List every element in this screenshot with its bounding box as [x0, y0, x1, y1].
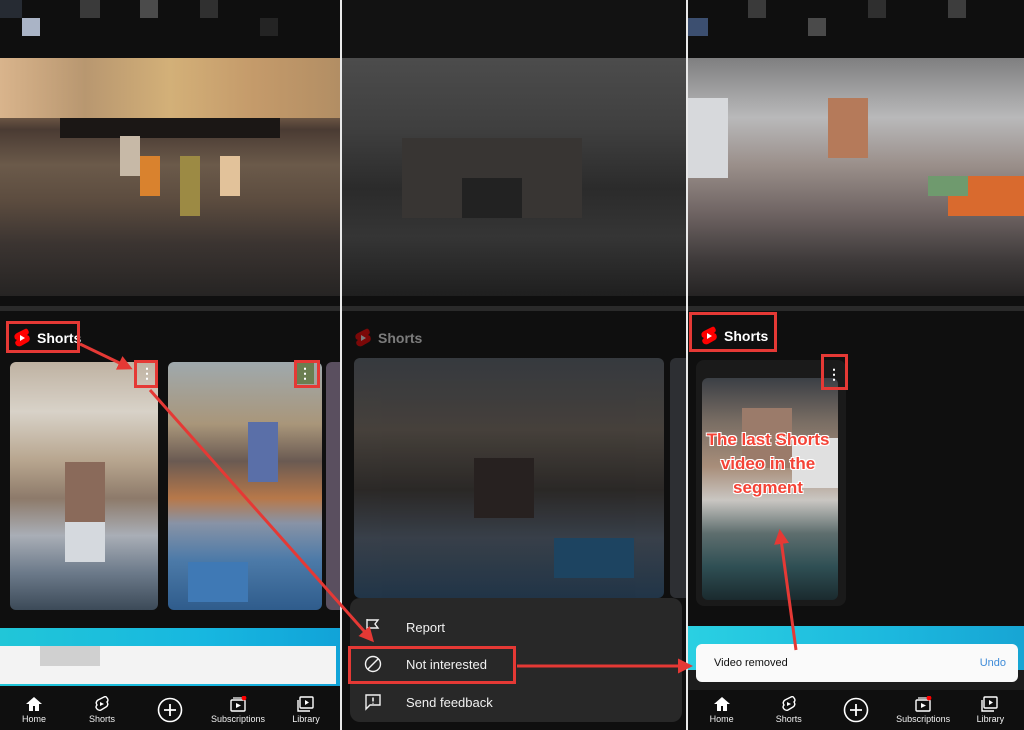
home-icon [713, 697, 730, 711]
promo-banner[interactable] [0, 628, 340, 686]
nav-create[interactable] [824, 697, 888, 723]
nav-label: Library [976, 714, 1005, 724]
annotation-box-kebab [134, 360, 158, 388]
nav-home[interactable]: Home [2, 696, 66, 724]
screen-panel-3: Shorts ⋮ Home Shorts Subscriptions Libra… [688, 0, 1024, 730]
annotation-box-not-interested [348, 646, 516, 684]
annotation-label: The last Shorts video in the segment [706, 430, 830, 497]
blurred-video-row-top [688, 0, 1024, 58]
nav-label: Home [21, 714, 46, 724]
shorts-card-partial [670, 358, 686, 598]
nav-label: Shorts [88, 714, 115, 724]
library-icon [297, 696, 314, 712]
home-icon [26, 697, 42, 711]
annotation-box-kebab [821, 354, 848, 390]
subscriptions-icon [230, 696, 247, 712]
blurred-video-row-top [342, 0, 686, 58]
nav-label: Shorts [775, 714, 802, 724]
nav-library[interactable]: Library [274, 696, 338, 724]
undo-button[interactable]: Undo [980, 657, 1006, 669]
nav-subscriptions[interactable]: Subscriptions [891, 696, 955, 724]
shorts-logo-icon [355, 328, 371, 347]
library-icon [981, 696, 999, 712]
toast-message: Video removed [714, 657, 788, 669]
shorts-card[interactable] [10, 362, 158, 610]
menu-item-label: Report [406, 619, 446, 635]
menu-item-report[interactable]: Report [350, 609, 682, 645]
annotation-box-kebab [294, 360, 320, 388]
shorts-icon [782, 696, 796, 712]
nav-label: Subscriptions [896, 714, 951, 724]
shorts-section-header: Shorts [354, 328, 422, 348]
flag-icon [366, 619, 380, 635]
section-separator [342, 306, 686, 311]
create-plus-icon [843, 697, 869, 723]
nav-subscriptions[interactable]: Subscriptions [206, 696, 270, 724]
nav-shorts[interactable]: Shorts [757, 696, 821, 724]
shorts-card-dimmed [354, 358, 664, 598]
bottom-navigation-bar: Home Shorts Subscriptions Library [688, 690, 1024, 730]
annotation-box-shorts-header [6, 321, 80, 353]
blurred-video-row-top [0, 0, 340, 58]
menu-item-label: Send feedback [406, 694, 493, 710]
nav-shorts[interactable]: Shorts [70, 696, 134, 724]
shorts-section-title: Shorts [378, 330, 423, 346]
create-plus-icon [157, 697, 183, 723]
nav-label: Home [709, 714, 734, 724]
blurred-video-thumbnail[interactable] [0, 58, 340, 296]
section-separator [688, 306, 1024, 311]
snackbar-toast: Video removed Undo [696, 644, 1018, 682]
shorts-card-partial[interactable] [326, 362, 340, 610]
nav-home[interactable]: Home [690, 696, 754, 724]
blurred-video-thumbnail[interactable] [688, 58, 1024, 296]
annotation-box-shorts-header [689, 312, 777, 352]
section-separator [0, 306, 340, 311]
nav-library[interactable]: Library [958, 696, 1022, 724]
subscriptions-icon [915, 696, 932, 712]
blurred-video-thumbnail[interactable] [342, 58, 686, 296]
nav-label: Subscriptions [210, 714, 266, 724]
screen-panel-1: Shorts ⋮ ⋮ Home Shorts Subscriptions Lib… [0, 0, 340, 730]
bottom-navigation-bar: Home Shorts Subscriptions Library [0, 690, 340, 730]
menu-item-send-feedback[interactable]: Send feedback [350, 684, 682, 720]
shorts-card[interactable] [168, 362, 322, 610]
shorts-icon [95, 696, 109, 712]
feedback-icon [365, 694, 381, 711]
nav-label: Library [292, 714, 320, 724]
nav-create[interactable] [138, 697, 202, 723]
